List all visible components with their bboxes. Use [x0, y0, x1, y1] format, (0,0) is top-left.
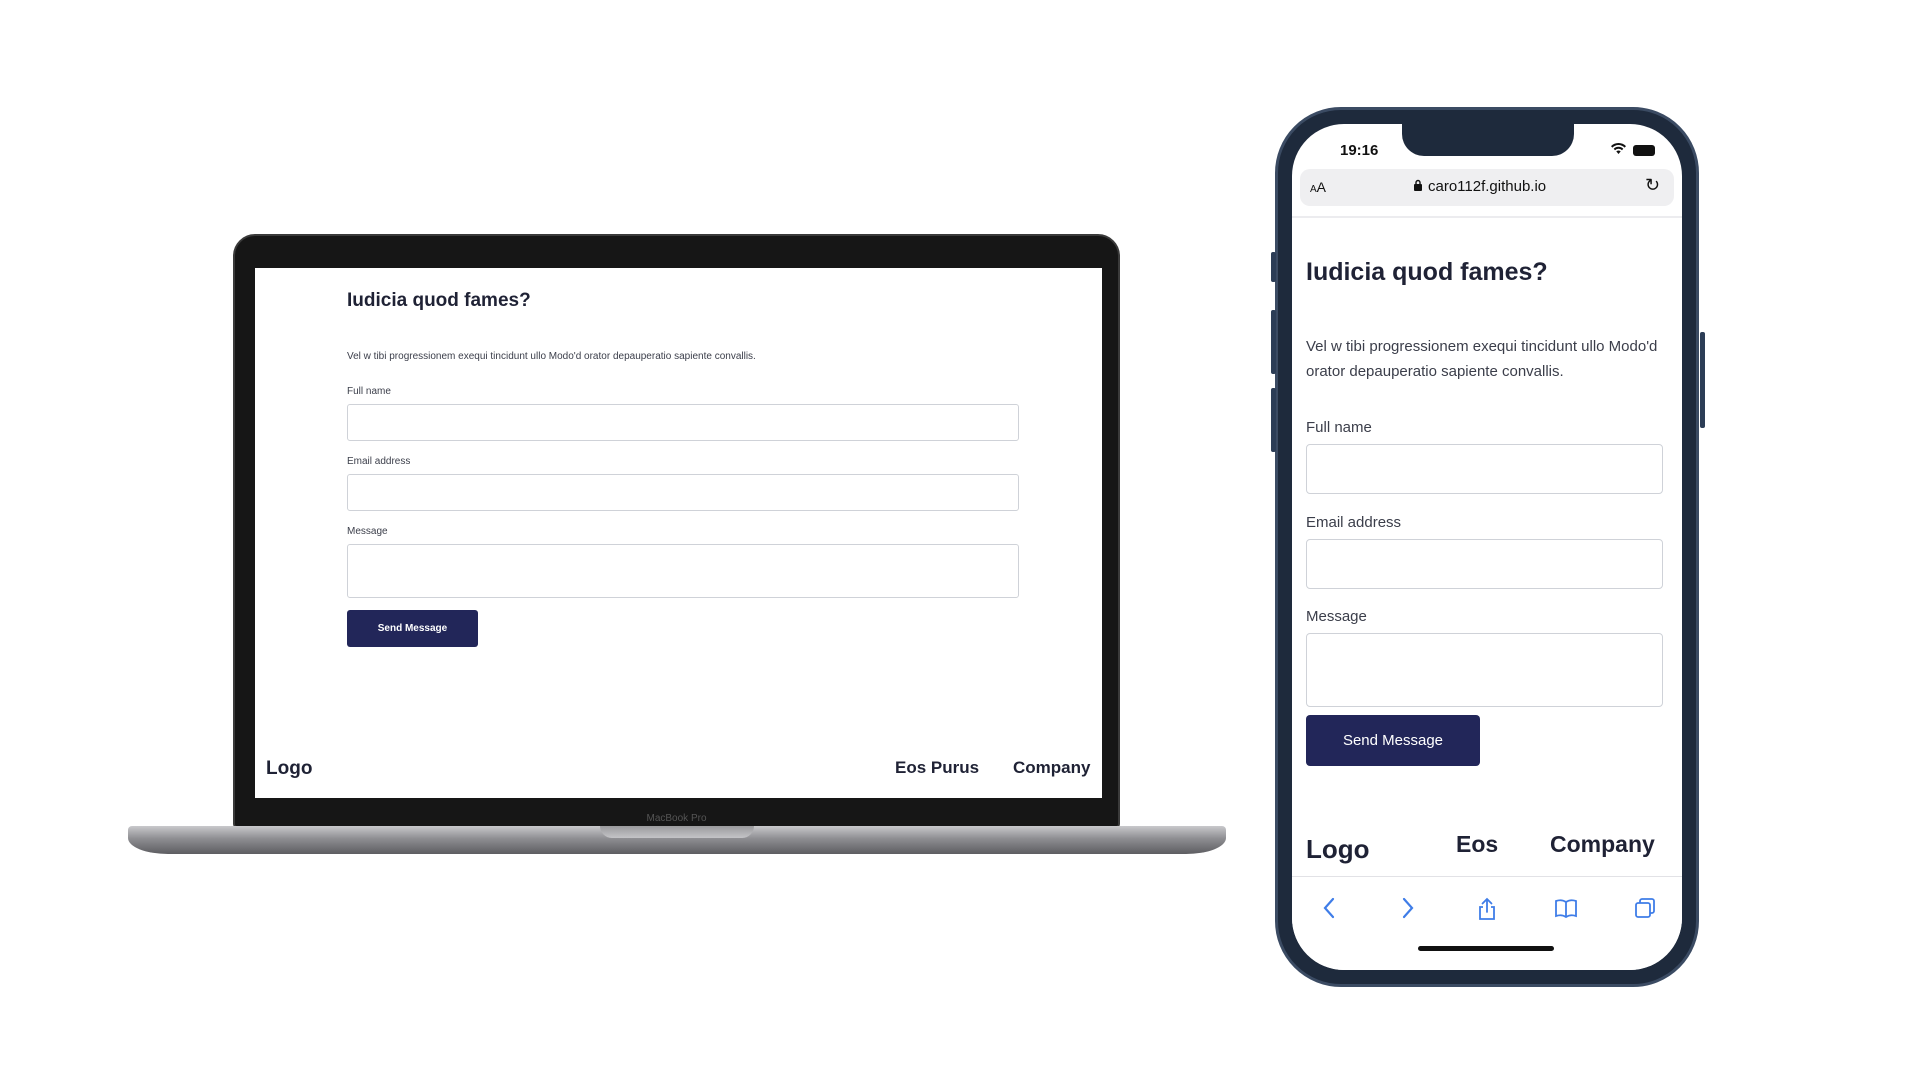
page-description: Vel w tibi progressionem exequi tincidun… [1306, 338, 1658, 380]
email-input[interactable] [347, 474, 1019, 511]
send-message-button[interactable]: Send Message [1306, 715, 1480, 766]
laptop-notch [600, 826, 754, 838]
message-textarea[interactable] [1306, 633, 1663, 707]
laptop-screen: Iudicia quod fames? Vel w tibi progressi… [255, 268, 1102, 798]
back-icon[interactable] [1314, 897, 1344, 925]
lock-icon [1413, 179, 1423, 194]
phone-volume-down [1271, 388, 1276, 452]
footer-link-eos[interactable]: Eos [1456, 831, 1498, 858]
laptop-mockup: Iudicia quod fames? Vel w tibi progressi… [128, 234, 1226, 858]
message-label: Message [1306, 608, 1367, 625]
bookmarks-icon[interactable] [1551, 897, 1581, 925]
phone-mockup: 19:16 AAAA caro112f.github.io ↻ Iud [1271, 107, 1705, 987]
footer-link-eos-purus[interactable]: Eos Purus [895, 758, 979, 778]
email-label: Email address [347, 456, 411, 467]
footer-link-company[interactable]: Company [1550, 831, 1655, 858]
laptop-lid: Iudicia quod fames? Vel w tibi progressi… [233, 234, 1120, 828]
url-bar[interactable]: AAAA caro112f.github.io ↻ [1300, 169, 1674, 206]
battery-icon [1633, 145, 1655, 156]
phone-volume-up [1271, 310, 1276, 374]
email-label: Email address [1306, 514, 1402, 531]
phone-silent-switch [1271, 252, 1276, 282]
page-title: Iudicia quod fames? [1306, 258, 1548, 286]
full-name-label: Full name [1306, 419, 1372, 436]
text-size-button[interactable]: AAAA [1310, 179, 1326, 195]
phone-power-button [1700, 332, 1705, 428]
footer-logo[interactable]: Logo [1306, 834, 1370, 865]
device-label: MacBook Pro [646, 813, 707, 824]
url-bar-divider [1292, 216, 1682, 218]
footer-link-company[interactable]: Company [1013, 758, 1090, 778]
full-name-label: Full name [347, 386, 391, 397]
forward-icon[interactable] [1393, 897, 1423, 925]
phone-screen: 19:16 AAAA caro112f.github.io ↻ Iud [1292, 124, 1682, 970]
status-time: 19:16 [1340, 142, 1379, 159]
tabs-icon[interactable] [1630, 897, 1660, 925]
home-indicator [1418, 946, 1554, 951]
message-label: Message [347, 526, 388, 537]
wifi-icon [1610, 142, 1627, 158]
browser-toolbar [1292, 876, 1682, 970]
send-message-button[interactable]: Send Message [347, 610, 478, 647]
share-icon[interactable] [1472, 897, 1502, 927]
url-text[interactable]: caro112f.github.io [1428, 178, 1546, 195]
message-textarea[interactable] [347, 544, 1019, 598]
full-name-input[interactable] [1306, 444, 1663, 494]
reload-icon[interactable]: ↻ [1645, 175, 1660, 196]
phone-notch [1402, 124, 1574, 156]
page-title: Iudicia quod fames? [347, 290, 531, 311]
footer-logo[interactable]: Logo [266, 758, 312, 780]
page-description: Vel w tibi progressionem exequi tincidun… [347, 351, 756, 362]
full-name-input[interactable] [347, 404, 1019, 441]
email-input[interactable] [1306, 539, 1663, 589]
